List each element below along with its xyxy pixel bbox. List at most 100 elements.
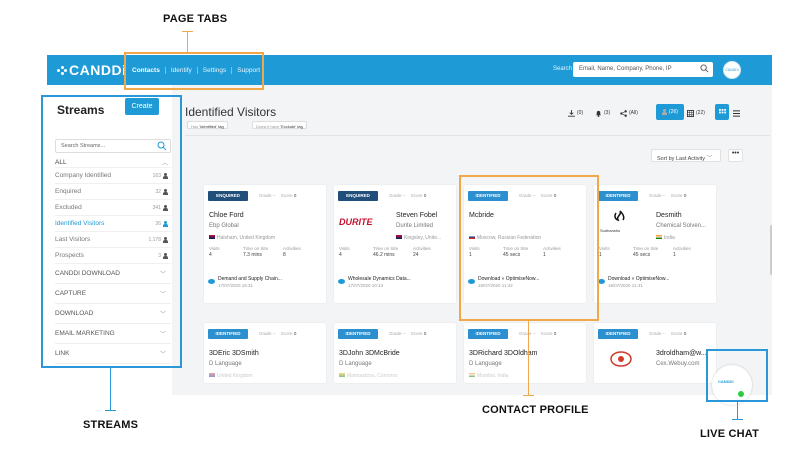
page-title: Identified Visitors (185, 105, 277, 119)
flame-logo-icon (614, 210, 625, 222)
chip-value: 'Exclude' tag (280, 124, 303, 129)
more-options-button[interactable]: ••• (728, 149, 743, 162)
grade-score: Grade -- Score 0 (259, 331, 297, 336)
company-logo: Sudhanshu (600, 210, 640, 238)
eye-icon (208, 279, 215, 284)
toolbar-count: (26) (669, 109, 678, 115)
company-logo-icon (610, 351, 632, 367)
toolbar-count: (3) (604, 110, 611, 116)
contact-location: United Kingdom (209, 373, 253, 379)
contact-location: Mamoudzou, Comoros (339, 373, 398, 379)
contact-card[interactable]: IDENTIFIED Grade -- Score 0 3DJohn 3DMcB… (334, 323, 456, 383)
chip-value: 'Identified' tag (199, 124, 224, 129)
status-badge: ENQUIRED (338, 191, 378, 201)
connector-live-chat (737, 402, 738, 419)
last-activity[interactable]: Demand and Supply Chain... 17/07/2020 15:… (208, 276, 324, 288)
last-activity[interactable]: Download » OptimiseNow... 16/07/2020 11:4… (598, 276, 714, 288)
grade-score: Grade -- Score 0 (389, 193, 427, 198)
canddi-logo[interactable]: CANDDi (57, 62, 126, 78)
filter-chip-not-tag[interactable]: Doesn't have 'Exclude' tag (252, 121, 307, 129)
uk-flag-icon (209, 235, 215, 239)
header-divider (185, 135, 770, 136)
contact-company: Ebp Global (209, 223, 239, 229)
status-badge: IDENTIFIED (468, 329, 508, 339)
list-icon (733, 109, 740, 117)
contact-name[interactable]: Desmith (656, 212, 682, 219)
companies-count[interactable]: (22) (687, 106, 705, 120)
uk-flag-icon (209, 373, 215, 377)
annotation-page-tabs: PAGE TABS (163, 13, 228, 25)
sort-label: Sort by Last Activity (657, 156, 705, 162)
connector-streams (110, 368, 111, 410)
comoros-flag-icon (339, 373, 345, 377)
people-view-button[interactable]: (26) (656, 104, 684, 120)
contact-location: Mumbai, India (469, 373, 508, 379)
contact-location: India (656, 235, 675, 241)
connector-tick (182, 31, 193, 32)
contact-name[interactable]: 3DEric 3DSmith (209, 350, 259, 357)
contact-name[interactable]: 3droldham@w... (656, 350, 707, 357)
last-activity[interactable]: Wholesale Dynamics Data... 17/07/2020 10:… (338, 276, 454, 288)
list-view-button[interactable] (733, 106, 740, 120)
connector-page-tabs (187, 31, 188, 52)
contact-company: D Language (469, 361, 502, 367)
eye-icon (338, 279, 345, 284)
chip-prefix: Has (191, 124, 199, 129)
contact-location: Kingsley, Unite... (396, 235, 441, 241)
grade-score: Grade -- Score 0 (389, 331, 427, 336)
contact-card[interactable]: IDENTIFIED Grade -- Score 0 3droldham@w.… (594, 323, 716, 383)
status-badge: IDENTIFIED (338, 329, 378, 339)
india-flag-icon (469, 373, 475, 377)
contact-company: Chemical Solven... (656, 223, 707, 229)
annotation-contact-profile: CONTACT PROFILE (482, 404, 589, 416)
grade-score: Grade -- Score 0 (649, 331, 687, 336)
alerts-count[interactable]: (3) (595, 106, 610, 120)
streams-highlight (41, 95, 182, 368)
toolbar-count: (All) (629, 110, 638, 116)
toolbar-count: (0) (577, 110, 584, 116)
sort-dropdown[interactable]: Sort by Last Activity ﹀ (651, 149, 721, 162)
annotation-live-chat: LIVE CHAT (700, 428, 760, 440)
contact-card[interactable]: IDENTIFIED Grade -- Score 0 3DRichard 3D… (464, 323, 586, 383)
connector-tick (732, 419, 743, 420)
india-flag-icon (656, 235, 662, 239)
contact-card[interactable]: IDENTIFIED Grade -- Score 0 3DEric 3DSmi… (204, 323, 326, 383)
grid-view-button[interactable] (715, 104, 729, 120)
search-input[interactable]: Email, Name, Company, Phone, IP (573, 62, 713, 77)
company-logo: DURITE (339, 217, 373, 227)
chip-prefix: Doesn't have (256, 124, 280, 129)
logo-text: CANDDi (69, 62, 127, 78)
grade-score: Grade -- Score 0 (649, 193, 687, 198)
status-badge: IDENTIFIED (598, 191, 638, 201)
status-badge: IDENTIFIED (208, 329, 248, 339)
contact-stats: Visits 4 Time on Site 7.3 mins Activities 8 (209, 246, 301, 258)
status-badge: IDENTIFIED (598, 329, 638, 339)
building-icon (687, 109, 694, 117)
contact-company: D Language (209, 361, 242, 367)
contact-stats: Visits 4 Time on Site 46.2 mins Activities… (339, 246, 431, 258)
toolbar-count: (22) (696, 110, 705, 116)
scrollbar[interactable] (770, 225, 772, 275)
live-chat-highlight (706, 349, 768, 402)
chevron-down-icon: ﹀ (706, 156, 713, 162)
status-badge: ENQUIRED (208, 191, 248, 201)
contact-name[interactable]: 3DJohn 3DMcBride (339, 350, 400, 357)
contact-card[interactable]: IDENTIFIED Grade -- Score 0 Sudhanshu De… (594, 185, 716, 303)
contact-card[interactable]: ENQUIRED Grade -- Score 0 Chloe Ford Ebp… (204, 185, 326, 303)
contact-company: Durite Limited (396, 223, 434, 229)
connector-contact-profile (528, 321, 529, 395)
person-icon (662, 109, 668, 115)
page-tabs-highlight (124, 52, 264, 90)
contact-name[interactable]: Chloe Ford (209, 212, 244, 219)
grid-icon (718, 108, 726, 113)
contact-company: Cex.Webuy.com (656, 361, 700, 367)
share-count[interactable]: (All) (620, 106, 638, 120)
share-icon (620, 109, 627, 117)
contact-card[interactable]: ENQUIRED Grade -- Score 0 DURITE Steven … (334, 185, 456, 303)
search-label: Search (553, 66, 573, 72)
contact-name[interactable]: Steven Fobel (396, 212, 437, 219)
search-icon[interactable] (700, 64, 709, 73)
avatar[interactable]: CANDDi (723, 61, 741, 79)
filter-chip-has-tag[interactable]: Has 'Identified' tag (187, 121, 228, 129)
download-count[interactable]: (0) (568, 106, 583, 120)
